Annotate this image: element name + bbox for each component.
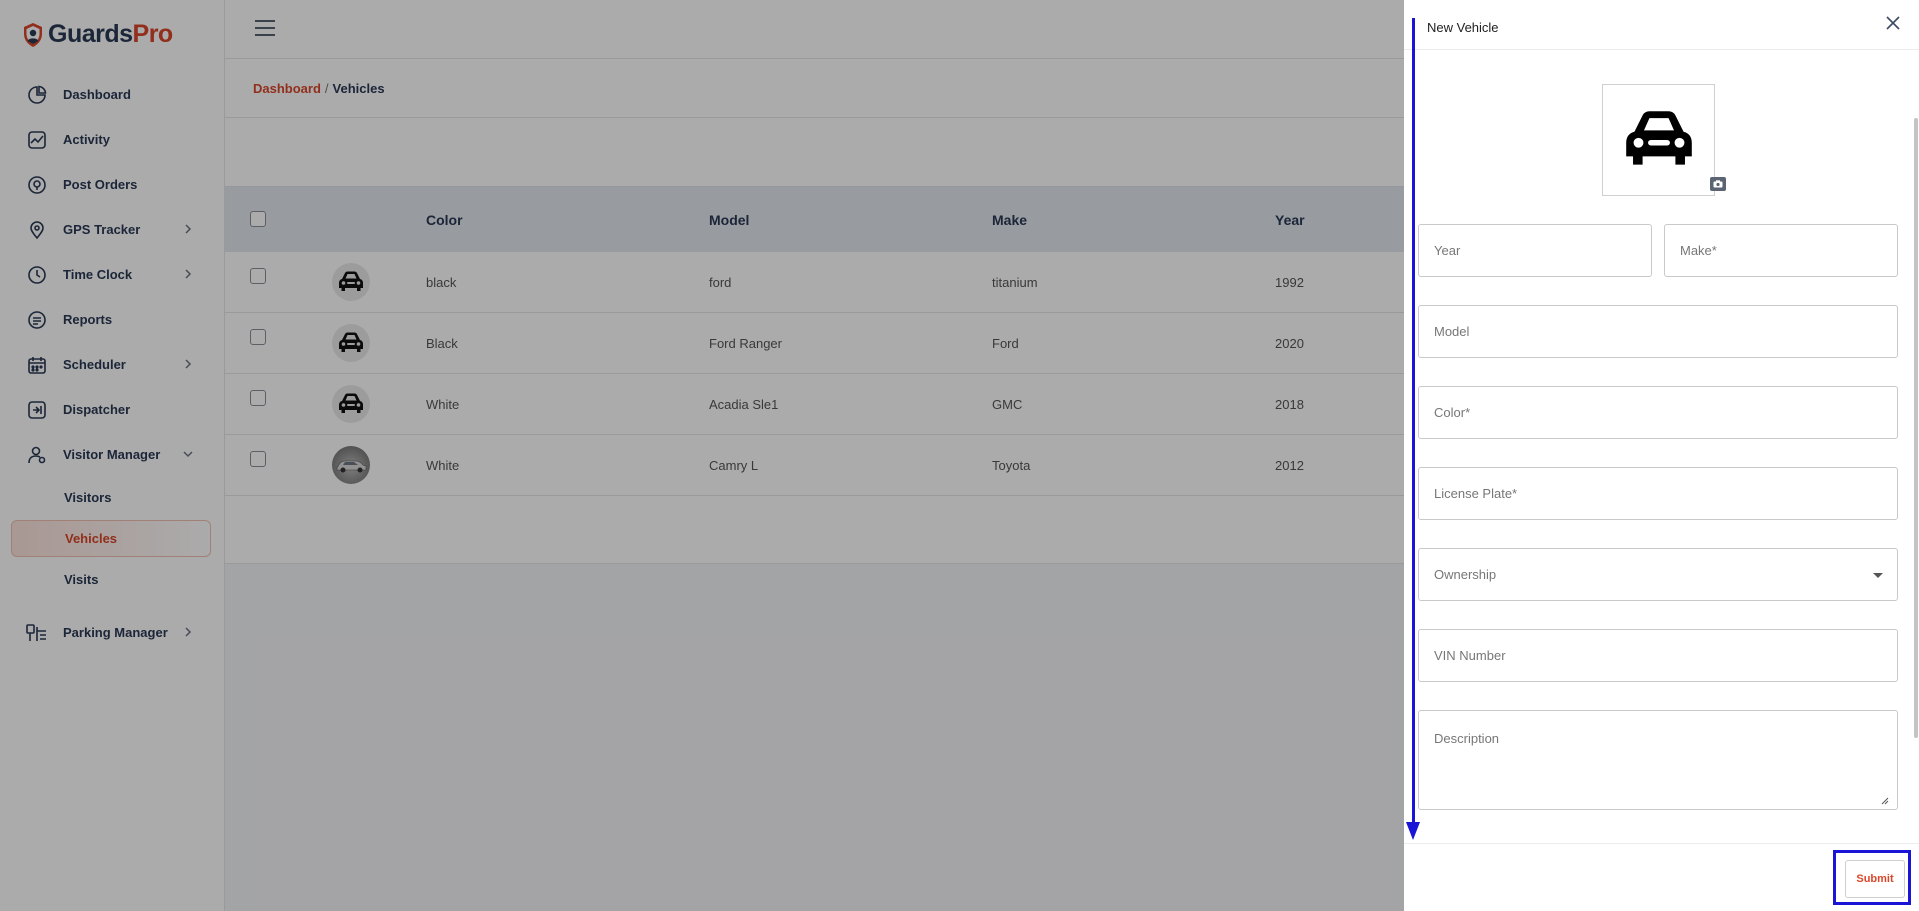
- scroll-down-arrow-icon: [1406, 822, 1420, 840]
- license-plate-field[interactable]: [1418, 467, 1898, 520]
- ownership-select[interactable]: Ownership: [1418, 548, 1898, 601]
- drawer-body: Ownership: [1404, 50, 1919, 843]
- submit-highlight-box: [1833, 850, 1911, 905]
- color-input[interactable]: [1419, 387, 1897, 438]
- drawer-scrollbar[interactable]: [1914, 118, 1918, 738]
- description-field[interactable]: [1418, 710, 1898, 810]
- car-icon: [1625, 111, 1692, 165]
- license-plate-input[interactable]: [1419, 468, 1897, 519]
- make-field[interactable]: [1664, 224, 1898, 277]
- new-vehicle-drawer: New Vehicle Ownership: [1404, 0, 1919, 911]
- model-input[interactable]: [1419, 306, 1897, 357]
- color-field[interactable]: [1418, 386, 1898, 439]
- drawer-header: New Vehicle: [1404, 0, 1919, 50]
- close-icon[interactable]: [1885, 15, 1901, 31]
- resize-grip-icon[interactable]: [1881, 797, 1889, 805]
- model-field[interactable]: [1418, 305, 1898, 358]
- dropdown-arrow-icon: [1873, 573, 1883, 578]
- drawer-title: New Vehicle: [1427, 20, 1499, 35]
- year-field[interactable]: [1418, 224, 1652, 277]
- vehicle-image-preview[interactable]: [1602, 84, 1715, 196]
- scroll-annotation-line: [1412, 18, 1415, 826]
- ownership-placeholder: Ownership: [1434, 567, 1497, 582]
- description-textarea[interactable]: [1419, 711, 1897, 809]
- vin-input[interactable]: [1419, 630, 1897, 681]
- camera-icon[interactable]: [1710, 177, 1726, 191]
- vin-field[interactable]: [1418, 629, 1898, 682]
- year-input[interactable]: [1419, 225, 1651, 276]
- make-input[interactable]: [1665, 225, 1897, 276]
